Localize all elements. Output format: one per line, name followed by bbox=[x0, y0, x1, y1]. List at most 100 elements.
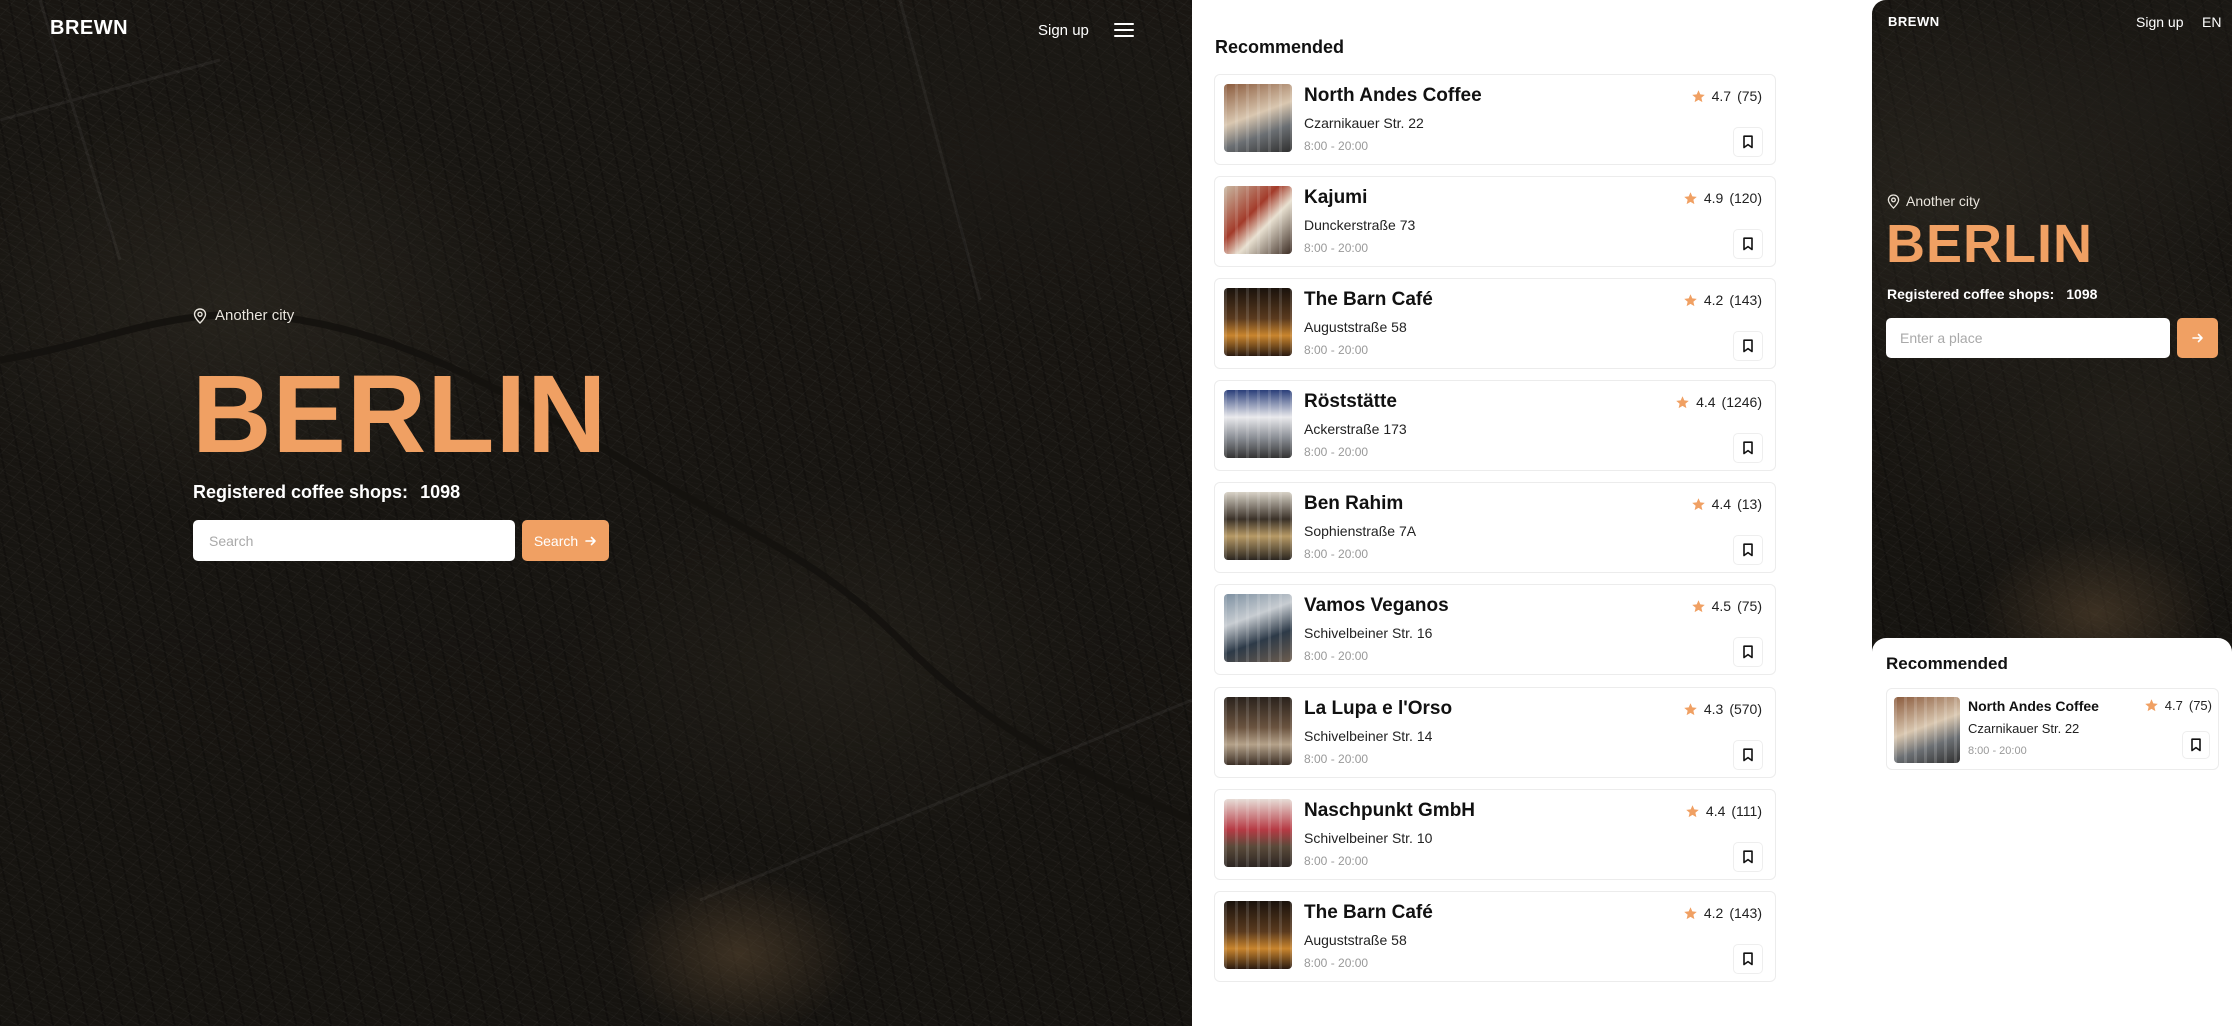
shop-hours: 8:00 - 20:00 bbox=[1304, 343, 1369, 357]
bookmark-button[interactable] bbox=[1733, 944, 1763, 974]
bookmark-button[interactable] bbox=[2182, 731, 2210, 759]
shop-name: La Lupa e l'Orso bbox=[1304, 698, 1453, 719]
shop-address: Czarnikauer Str. 22 bbox=[1304, 115, 1424, 131]
shop-name: Röststätte bbox=[1304, 391, 1397, 412]
shop-hours: 8:00 - 20:00 bbox=[1304, 752, 1369, 766]
bookmark-button[interactable] bbox=[1733, 842, 1763, 872]
shop-hours: 8:00 - 20:00 bbox=[1304, 854, 1369, 868]
coffee-shop-card[interactable]: Kajumi Dunckerstraße 73 8:00 - 20:00 4.9… bbox=[1214, 176, 1776, 267]
shop-address: Sophienstraße 7A bbox=[1304, 523, 1417, 539]
mobile-coffee-shop-card[interactable]: North Andes Coffee Czarnikauer Str. 22 8… bbox=[1886, 688, 2219, 770]
coffee-shop-card[interactable]: Vamos Veganos Schivelbeiner Str. 16 8:00… bbox=[1214, 584, 1776, 675]
review-count: (75) bbox=[1737, 598, 1762, 614]
shop-count-label: Registered coffee shops: bbox=[193, 482, 409, 502]
mobile-recommended-heading: Recommended bbox=[1886, 654, 2008, 673]
review-count: (75) bbox=[2188, 698, 2212, 713]
location-pin-icon bbox=[1887, 193, 1900, 209]
coffee-shop-photo bbox=[1224, 594, 1292, 662]
recommended-heading: Recommended bbox=[1215, 37, 1345, 57]
bookmark-button[interactable] bbox=[1733, 740, 1763, 770]
shop-rating: 4.9 (120) bbox=[1683, 190, 1762, 206]
search-button-label: Search bbox=[533, 532, 579, 549]
review-count: (75) bbox=[1737, 88, 1762, 104]
bookmark-icon bbox=[1743, 850, 1753, 864]
shop-rating: 4.5 (75) bbox=[1691, 598, 1762, 614]
coffee-shop-photo bbox=[1224, 901, 1292, 969]
coffee-shop-card[interactable]: Röststätte Ackerstraße 173 8:00 - 20:00 … bbox=[1214, 380, 1776, 471]
coffee-shop-photo bbox=[1224, 84, 1292, 152]
shop-address: Schivelbeiner Str. 10 bbox=[1304, 830, 1433, 846]
another-city-label: Another city bbox=[215, 307, 295, 324]
coffee-shop-photo bbox=[1224, 799, 1292, 867]
shop-name: The Barn Café bbox=[1304, 902, 1433, 923]
bookmark-button[interactable] bbox=[1733, 229, 1763, 259]
bookmark-icon bbox=[1743, 645, 1753, 659]
star-icon bbox=[1684, 906, 1697, 919]
bookmark-icon bbox=[1743, 543, 1753, 557]
shop-name: Kajumi bbox=[1304, 187, 1368, 208]
search-input[interactable] bbox=[193, 520, 515, 561]
bookmark-button[interactable] bbox=[1733, 433, 1763, 463]
mobile-search-button[interactable] bbox=[2177, 318, 2218, 358]
rating-value: 4.5 bbox=[1711, 598, 1732, 614]
search-button[interactable]: Search bbox=[522, 520, 609, 561]
mobile-preview: BREWN Sign up EN Another city BERLIN Reg… bbox=[1872, 0, 2232, 780]
rating-value: 4.9 bbox=[1703, 190, 1724, 206]
shop-rating: 4.7 (75) bbox=[2144, 698, 2212, 713]
shop-rating: 4.4 (13) bbox=[1691, 496, 1762, 512]
star-icon bbox=[1684, 191, 1697, 204]
coffee-shop-card[interactable]: Ben Rahim Sophienstraße 7A 8:00 - 20:00 … bbox=[1214, 482, 1776, 573]
coffee-shop-photo bbox=[1224, 288, 1292, 356]
bookmark-button[interactable] bbox=[1733, 637, 1763, 667]
review-count: (120) bbox=[1729, 190, 1762, 206]
signup-link[interactable]: Sign up bbox=[1038, 22, 1089, 39]
mobile-recommended-sheet: Recommended North Andes Coffee Czarnikau… bbox=[1872, 638, 2232, 780]
rating-value: 4.2 bbox=[1703, 905, 1724, 921]
coffee-shop-photo bbox=[1224, 492, 1292, 560]
coffee-shop-card[interactable]: Naschpunkt GmbH Schivelbeiner Str. 10 8:… bbox=[1214, 789, 1776, 880]
shop-hours: 8:00 - 20:00 bbox=[1304, 956, 1369, 970]
shop-rating: 4.2 (143) bbox=[1683, 292, 1762, 308]
mobile-another-city-label: Another city bbox=[1906, 193, 1980, 209]
menu-icon[interactable] bbox=[1114, 23, 1134, 39]
shop-count: Registered coffee shops: 1098 bbox=[193, 482, 460, 503]
shop-rating: 4.2 (143) bbox=[1683, 905, 1762, 921]
mobile-brand-logo[interactable]: BREWN bbox=[1888, 14, 1940, 29]
arrow-right-icon bbox=[2191, 333, 2203, 343]
review-count: (111) bbox=[1731, 803, 1762, 819]
mobile-another-city-link[interactable]: Another city bbox=[1887, 193, 1980, 209]
shop-name: The Barn Café bbox=[1304, 289, 1433, 310]
star-icon bbox=[1686, 804, 1699, 817]
star-icon bbox=[1691, 89, 1705, 102]
shop-address: Czarnikauer Str. 22 bbox=[1968, 721, 2080, 736]
coffee-shop-card[interactable]: North Andes Coffee Czarnikauer Str. 22 8… bbox=[1214, 74, 1776, 165]
shop-address: Ackerstraße 173 bbox=[1304, 421, 1407, 437]
shop-rating: 4.7 (75) bbox=[1691, 88, 1762, 104]
review-count: (570) bbox=[1729, 701, 1762, 717]
coffee-shop-card[interactable]: The Barn Café Auguststraße 58 8:00 - 20:… bbox=[1214, 278, 1776, 369]
another-city-link[interactable]: Another city bbox=[193, 307, 294, 324]
bookmark-button[interactable] bbox=[1733, 127, 1763, 157]
rating-value: 4.3 bbox=[1703, 701, 1724, 717]
bookmark-button[interactable] bbox=[1733, 331, 1763, 361]
bookmark-icon bbox=[1743, 952, 1753, 966]
mobile-shop-count-value: 1098 bbox=[2066, 286, 2098, 302]
mobile-search-input[interactable] bbox=[1886, 318, 2170, 358]
language-switch[interactable]: EN bbox=[2202, 14, 2221, 30]
brand-logo[interactable]: BREWN bbox=[50, 17, 128, 40]
coffee-shop-card[interactable]: La Lupa e l'Orso Schivelbeiner Str. 14 8… bbox=[1214, 687, 1776, 778]
mobile-signup-link[interactable]: Sign up bbox=[2136, 14, 2183, 30]
shop-rating: 4.4 (1246) bbox=[1675, 394, 1762, 410]
bookmark-icon bbox=[1743, 441, 1753, 455]
shop-name: Ben Rahim bbox=[1304, 493, 1404, 514]
star-icon bbox=[1684, 702, 1697, 715]
coffee-shop-card[interactable]: The Barn Café Auguststraße 58 8:00 - 20:… bbox=[1214, 891, 1776, 982]
bookmark-icon bbox=[1743, 748, 1753, 762]
location-pin-icon bbox=[193, 307, 207, 324]
review-count: (143) bbox=[1729, 905, 1762, 921]
city-title: BERLIN bbox=[192, 353, 608, 476]
bookmark-button[interactable] bbox=[1733, 535, 1763, 565]
shop-rating: 4.3 (570) bbox=[1683, 701, 1762, 717]
shop-hours: 8:00 - 20:00 bbox=[1304, 445, 1369, 459]
rating-value: 4.7 bbox=[1711, 88, 1732, 104]
